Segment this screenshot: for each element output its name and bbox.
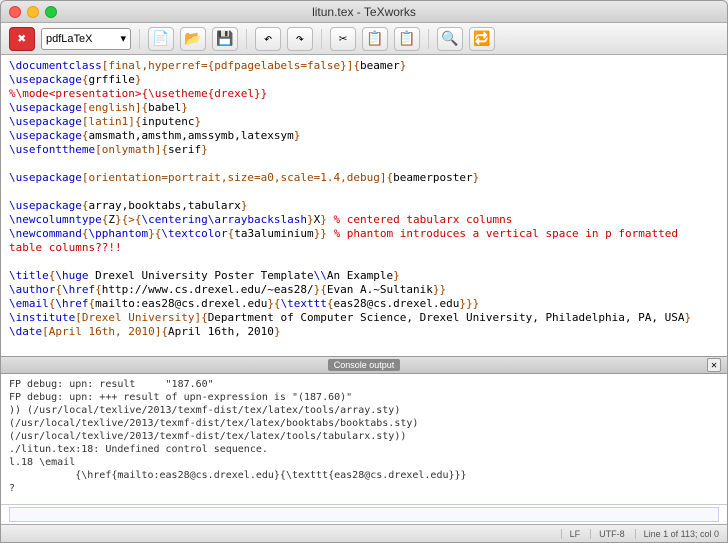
replace-button[interactable]: 🔁: [469, 27, 495, 51]
console-line: )) (/usr/local/texlive/2013/texmf-dist/t…: [9, 404, 719, 417]
engine-dropdown-value: pdfLaTeX: [46, 33, 92, 45]
toolbar-separator: [246, 29, 247, 49]
code-line[interactable]: \usepackage{array,booktabs,tabularx}: [9, 199, 719, 213]
code-line[interactable]: \usepackage[orientation=portrait,size=a0…: [9, 171, 719, 185]
console-output[interactable]: FP debug: upn: result "187.60"FP debug: …: [1, 374, 727, 504]
redo-button[interactable]: ↷: [287, 27, 313, 51]
console-line: {\href{mailto:eas28@cs.drexel.edu}{\text…: [9, 469, 719, 482]
code-line[interactable]: \institute[Drexel University]{Department…: [9, 311, 719, 325]
titlebar[interactable]: litun.tex - TeXworks: [1, 1, 727, 23]
console-line: ?: [9, 482, 719, 495]
console-input[interactable]: [9, 507, 719, 522]
code-line[interactable]: \email{\href{mailto:eas28@cs.drexel.edu}…: [9, 297, 719, 311]
console-line: l.18 \email: [9, 456, 719, 469]
cut-button[interactable]: ✂: [330, 27, 356, 51]
console-label: Console output: [328, 359, 401, 371]
toolbar: ✖ pdfLaTeX ▾ 📄 📂 💾 ↶ ↷ ✂ 📋 📋 🔍 🔁: [1, 23, 727, 55]
minimize-window-button[interactable]: [27, 6, 39, 18]
search-button[interactable]: 🔍: [437, 27, 463, 51]
code-line[interactable]: [9, 185, 719, 199]
code-line[interactable]: table columns??!!: [9, 241, 719, 255]
console-line: ./litun.tex:18: Undefined control sequen…: [9, 443, 719, 456]
toolbar-separator: [321, 29, 322, 49]
cursor-position: Line 1 of 113; col 0: [635, 529, 719, 539]
code-line[interactable]: \newcolumntype{Z}{>{\centering\arrayback…: [9, 213, 719, 227]
save-file-button[interactable]: 💾: [212, 27, 238, 51]
new-file-button[interactable]: 📄: [148, 27, 174, 51]
code-line[interactable]: %\mode<presentation>{\usetheme{drexel}}: [9, 87, 719, 101]
console-input-bar: [1, 504, 727, 524]
code-line[interactable]: [9, 255, 719, 269]
console-close-button[interactable]: ✕: [707, 358, 721, 372]
chevron-down-icon: ▾: [120, 32, 126, 45]
engine-dropdown[interactable]: pdfLaTeX ▾: [41, 28, 131, 50]
code-line[interactable]: \usepackage{amsmath,amsthm,amssymb,latex…: [9, 129, 719, 143]
code-line[interactable]: \usepackage[english]{babel}: [9, 101, 719, 115]
console-line: FP debug: upn: +++ result of upn-express…: [9, 391, 719, 404]
status-bar: LF UTF-8 Line 1 of 113; col 0: [1, 524, 727, 542]
code-line[interactable]: \newcommand{\pphantom}{\textcolor{ta3alu…: [9, 227, 719, 241]
open-file-button[interactable]: 📂: [180, 27, 206, 51]
console-line: (/usr/local/texlive/2013/texmf-dist/tex/…: [9, 417, 719, 430]
zoom-window-button[interactable]: [45, 6, 57, 18]
code-line[interactable]: \usepackage{grffile}: [9, 73, 719, 87]
app-window: litun.tex - TeXworks ✖ pdfLaTeX ▾ 📄 📂 💾 …: [0, 0, 728, 543]
code-line[interactable]: \usefonttheme[onlymath]{serif}: [9, 143, 719, 157]
code-line[interactable]: \documentclass[final,hyperref={pdfpagela…: [9, 59, 719, 73]
code-line[interactable]: \usepackage[latin1]{inputenc}: [9, 115, 719, 129]
toolbar-separator: [428, 29, 429, 49]
code-line[interactable]: \title{\huge Drexel University Poster Te…: [9, 269, 719, 283]
line-ending-indicator[interactable]: LF: [561, 529, 581, 539]
code-line[interactable]: \date[April 16th, 2010]{April 16th, 2010…: [9, 325, 719, 339]
code-editor[interactable]: \documentclass[final,hyperref={pdfpagela…: [1, 55, 727, 356]
code-line[interactable]: [9, 157, 719, 171]
typeset-stop-button[interactable]: ✖: [9, 27, 35, 51]
console-line: (/usr/local/texlive/2013/texmf-dist/tex/…: [9, 430, 719, 443]
console-line: FP debug: upn: result "187.60": [9, 378, 719, 391]
console-splitter[interactable]: Console output ✕: [1, 356, 727, 374]
encoding-indicator[interactable]: UTF-8: [590, 529, 625, 539]
traffic-lights: [9, 6, 57, 18]
undo-button[interactable]: ↶: [255, 27, 281, 51]
paste-button[interactable]: 📋: [394, 27, 420, 51]
window-title: litun.tex - TeXworks: [312, 5, 416, 19]
toolbar-separator: [139, 29, 140, 49]
copy-button[interactable]: 📋: [362, 27, 388, 51]
code-line[interactable]: \author{\href{http://www.cs.drexel.edu/~…: [9, 283, 719, 297]
close-window-button[interactable]: [9, 6, 21, 18]
